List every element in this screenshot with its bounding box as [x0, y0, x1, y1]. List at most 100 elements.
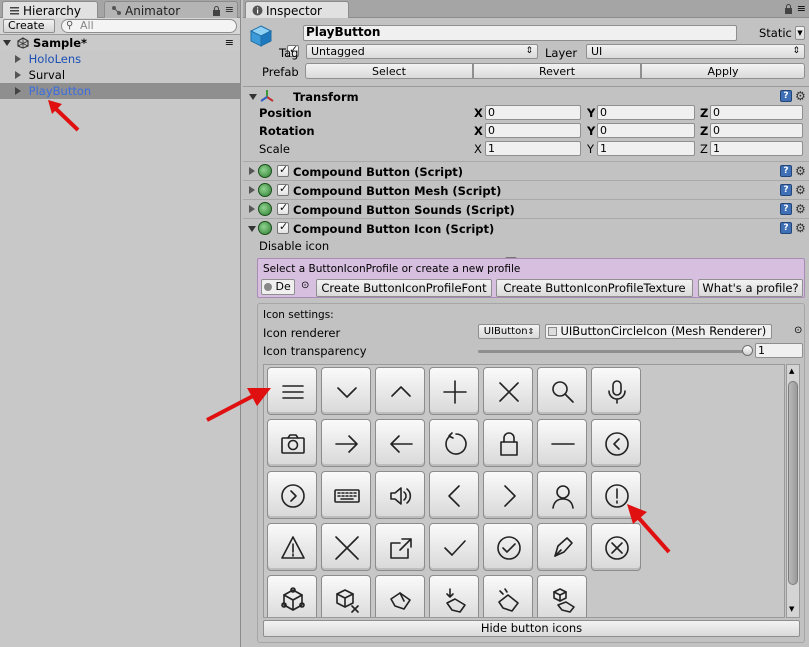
create-button[interactable]: Create ▼ — [3, 19, 55, 43]
icon-button-person[interactable] — [537, 471, 587, 519]
gear-icon[interactable]: ⚙ — [795, 222, 806, 234]
collapse-arrow-icon[interactable] — [249, 205, 255, 213]
icon-button-chevron-up[interactable] — [375, 367, 425, 415]
icon-button-chevron-down[interactable] — [321, 367, 371, 415]
panel-menu-icon[interactable]: ≡ — [797, 2, 806, 15]
static-dropdown-button[interactable]: ▼ — [795, 26, 805, 40]
object-picker-icon[interactable]: ⊙ — [301, 280, 309, 291]
gear-icon[interactable]: ⚙ — [795, 184, 806, 196]
create-texture-profile-button[interactable]: Create ButtonIconProfileTexture — [496, 279, 693, 297]
layer-dropdown[interactable]: UI ⇕ — [586, 44, 805, 59]
transparency-slider-thumb[interactable] — [742, 345, 753, 356]
hierarchy-item-hololens[interactable]: HoloLens — [0, 51, 240, 67]
hierarchy-item-playbutton[interactable]: PlayButton — [0, 83, 240, 99]
icon-button-circle-chevron-right[interactable] — [267, 471, 317, 519]
icon-renderer-field[interactable]: UIButtonCircleIcon (Mesh Renderer) — [545, 324, 772, 339]
icon-button-search[interactable] — [537, 367, 587, 415]
icon-button-hand-one[interactable] — [375, 575, 425, 617]
icon-button-microphone[interactable] — [591, 367, 641, 415]
scale-x-field[interactable]: 1 — [485, 141, 581, 156]
transparency-slider-track[interactable] — [478, 350, 748, 353]
icon-button-hand-drag[interactable] — [483, 575, 533, 617]
prefab-revert-button[interactable]: Revert — [473, 63, 641, 79]
rotation-x-field[interactable]: 0 — [485, 123, 581, 138]
scroll-down-icon[interactable]: ▼ — [789, 605, 794, 613]
component-compound-button-mesh[interactable]: Compound Button Mesh (Script) ? ⚙ — [243, 180, 809, 199]
icon-transparency-field[interactable]: 1 — [755, 343, 803, 358]
component-compound-button-sounds[interactable]: Compound Button Sounds (Script) ? ⚙ — [243, 199, 809, 218]
scale-y-field[interactable]: 1 — [597, 141, 695, 156]
component-compound-button[interactable]: Compound Button (Script) ? ⚙ — [243, 161, 809, 180]
icon-button-check[interactable] — [429, 523, 479, 571]
icon-button-camera[interactable] — [267, 419, 317, 467]
expand-arrow-icon[interactable] — [3, 40, 11, 46]
tab-inspector[interactable]: Inspector — [245, 1, 349, 18]
tab-animator[interactable]: Animator ≡ — [104, 1, 238, 18]
icon-renderer-type-dropdown[interactable]: UIButton⇕ — [478, 324, 540, 339]
position-x-field[interactable]: 0 — [485, 105, 581, 120]
gear-icon[interactable]: ⚙ — [795, 90, 806, 102]
icon-button-hand-tap[interactable] — [429, 575, 479, 617]
rotation-z-field[interactable]: 0 — [710, 123, 803, 138]
icon-button-keyboard[interactable] — [321, 471, 371, 519]
expand-arrow-icon[interactable] — [248, 226, 256, 232]
icon-button-warning[interactable] — [267, 523, 317, 571]
object-name-field[interactable]: PlayButton — [303, 25, 737, 41]
help-icon[interactable]: ? — [780, 222, 792, 234]
gear-icon[interactable]: ⚙ — [795, 165, 806, 177]
icon-button-refresh[interactable] — [429, 419, 479, 467]
collapse-arrow-icon[interactable] — [15, 71, 21, 79]
icon-button-lock[interactable] — [483, 419, 533, 467]
icon-button-speaker[interactable] — [375, 471, 425, 519]
expand-arrow-icon[interactable] — [249, 94, 257, 100]
collapse-arrow-icon[interactable] — [249, 186, 255, 194]
icon-button-cube-hand[interactable] — [537, 575, 587, 617]
object-picker-icon[interactable]: ⊙ — [794, 325, 802, 336]
create-font-profile-button[interactable]: Create ButtonIconProfileFont — [316, 279, 492, 297]
component-enabled-checkbox[interactable] — [277, 201, 289, 215]
component-enabled-checkbox[interactable] — [277, 163, 289, 177]
gear-icon[interactable]: ⚙ — [795, 203, 806, 215]
rotation-y-field[interactable]: 0 — [597, 123, 695, 138]
component-enabled-checkbox[interactable] — [277, 220, 289, 234]
collapse-arrow-icon[interactable] — [15, 87, 21, 95]
tab-hierarchy[interactable]: Hierarchy — [2, 1, 98, 18]
scroll-up-icon[interactable]: ▲ — [789, 367, 794, 375]
position-y-field[interactable]: 0 — [597, 105, 695, 120]
position-z-field[interactable]: 0 — [710, 105, 803, 120]
collapse-arrow-icon[interactable] — [15, 55, 21, 63]
help-icon[interactable]: ? — [780, 184, 792, 196]
panel-menu-icon[interactable]: ≡ — [225, 3, 234, 16]
scene-menu-icon[interactable]: ≡ — [225, 35, 234, 51]
lock-icon[interactable] — [212, 5, 221, 19]
hide-button-icons-button[interactable]: Hide button icons — [263, 620, 800, 637]
icon-button-angle-left[interactable] — [429, 471, 479, 519]
icon-button-close[interactable] — [483, 367, 533, 415]
scrollbar-thumb[interactable] — [788, 381, 798, 585]
hierarchy-item-surval[interactable]: Surval — [0, 67, 240, 83]
icon-grid-scrollbar[interactable]: ▲ ▼ — [786, 364, 800, 618]
whats-a-profile-button[interactable]: What's a profile? — [698, 279, 803, 297]
collapse-arrow-icon[interactable] — [249, 167, 255, 175]
icon-button-plus[interactable] — [429, 367, 479, 415]
help-icon[interactable]: ? — [780, 203, 792, 215]
icon-button-circle-chevron-left[interactable] — [591, 419, 641, 467]
scene-row[interactable]: Sample* ≡ — [0, 35, 240, 51]
hierarchy-search-input[interactable]: ⚲ All — [61, 19, 237, 33]
icon-button-share[interactable] — [375, 523, 425, 571]
icon-button-arrow-left[interactable] — [375, 419, 425, 467]
scale-z-field[interactable]: 1 — [710, 141, 803, 156]
icon-button-minus[interactable] — [537, 419, 587, 467]
transform-header[interactable]: Transform ? ⚙ — [243, 87, 809, 106]
help-icon[interactable]: ? — [780, 165, 792, 177]
prefab-apply-button[interactable]: Apply — [641, 63, 805, 79]
help-icon[interactable]: ? — [780, 90, 792, 102]
icon-button-arrow-right[interactable] — [321, 419, 371, 467]
icon-button-big-x[interactable] — [321, 523, 371, 571]
icon-button-circle-check[interactable] — [483, 523, 533, 571]
component-enabled-checkbox[interactable] — [277, 182, 289, 196]
tag-dropdown[interactable]: Untagged ⇕ — [306, 44, 538, 59]
icon-button-cube-network[interactable] — [267, 575, 317, 617]
icon-button-cube-remove[interactable] — [321, 575, 371, 617]
icon-button-angle-right[interactable] — [483, 471, 533, 519]
